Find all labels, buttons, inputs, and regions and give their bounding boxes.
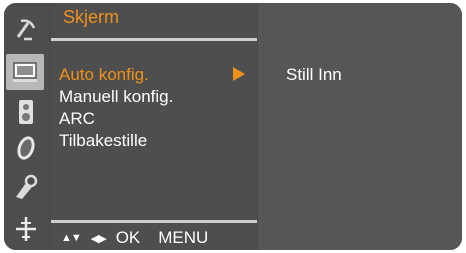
screen-icon[interactable] [6,54,44,90]
lock-icon[interactable] [12,173,40,201]
button-hints: ▲▼ ◀▶ OK MENU [61,228,208,248]
up-down-icon: ▲▼ [61,232,82,244]
menu-item-reset[interactable]: Tilbakestille [59,131,147,151]
ok-hint: OK [115,228,141,247]
speaker-icon[interactable] [12,98,40,126]
menu-panel: Skjerm Auto konfig. Manuell konfig. ARC … [51,3,257,250]
submenu-item-still-inn[interactable]: Still Inn [286,65,342,85]
input-plug-icon[interactable] [12,215,40,243]
menu-item-auto-config[interactable]: Auto konfig. [59,65,149,85]
title-divider [51,38,257,41]
left-right-icon: ◀▶ [90,232,107,245]
osd-menu: Skjerm Auto konfig. Manuell konfig. ARC … [4,3,462,250]
submenu-panel: Still Inn [258,3,462,250]
clock-icon[interactable] [12,134,40,162]
menu-item-arc[interactable]: ARC [59,109,95,129]
satellite-dish-icon[interactable] [12,15,40,43]
menu-title: Skjerm [63,7,120,27]
right-arrow-icon[interactable] [233,67,245,81]
category-sidebar [4,3,49,250]
menu-hint: MENU [158,228,209,247]
menu-item-manual-config[interactable]: Manuell konfig. [59,87,173,107]
footer-divider [51,220,257,223]
